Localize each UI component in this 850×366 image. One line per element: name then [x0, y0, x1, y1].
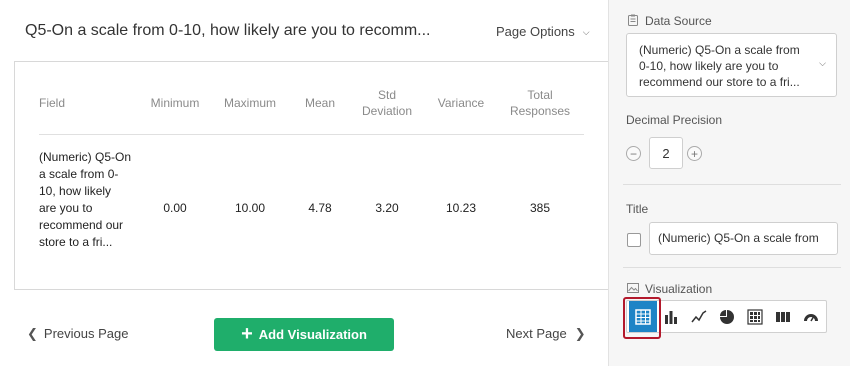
- title-label: Title: [626, 202, 649, 216]
- chevron-right-icon: ❯: [574, 326, 586, 341]
- section-divider: [623, 267, 841, 268]
- main-panel: Q5-On a scale from 0-10, how likely are …: [0, 0, 610, 366]
- column-header-minimum: Minimum: [150, 96, 200, 110]
- column-header-maximum: Maximum: [223, 96, 276, 110]
- vis-type-pie[interactable]: [713, 301, 741, 332]
- image-icon: [627, 283, 639, 293]
- section-divider: [623, 184, 841, 185]
- data-source-heading: Data Source: [627, 14, 712, 28]
- cell-maximum: 10.00: [234, 201, 266, 215]
- cell-variance: 10.23: [445, 201, 477, 215]
- title-checkbox[interactable]: [627, 233, 641, 247]
- decimal-precision-label: Decimal Precision: [626, 113, 723, 127]
- column-header-total-responses: Total Responses: [505, 87, 575, 119]
- bar-chart-icon: [665, 310, 677, 324]
- add-visualization-label: Add Visualization: [258, 327, 367, 342]
- next-page-button[interactable]: Next Page ❯: [506, 326, 586, 342]
- plus-icon[interactable]: +: [687, 146, 702, 161]
- add-visualization-button[interactable]: + Add Visualization: [214, 318, 394, 351]
- decimal-precision-input[interactable]: 2: [649, 137, 683, 169]
- vis-type-column[interactable]: [769, 301, 797, 332]
- visualization-heading: Visualization: [627, 282, 712, 296]
- page-options-label: Page Options: [496, 24, 575, 39]
- header-divider: [39, 134, 584, 135]
- next-page-label: Next Page: [506, 326, 567, 341]
- page-options-button[interactable]: Page Options ⌵: [496, 24, 590, 39]
- cell-std-deviation: 3.20: [375, 201, 399, 215]
- gauge-icon: [804, 313, 818, 321]
- column-header-field: Field: [39, 96, 66, 110]
- previous-page-button[interactable]: ❮ Previous Page: [27, 326, 128, 342]
- column-header-total-line-2: Responses: [509, 104, 571, 118]
- column-header-std-line-2: Deviation: [361, 104, 413, 118]
- cell-total-responses: 385: [529, 201, 551, 215]
- column-chart-icon: [776, 311, 790, 322]
- column-header-total-line-1: Total: [527, 88, 553, 102]
- minus-icon[interactable]: −: [626, 146, 641, 161]
- chevron-down-icon: ⌵: [582, 27, 590, 37]
- vis-type-bar[interactable]: [657, 301, 685, 332]
- data-source-label: Data Source: [645, 14, 712, 28]
- column-header-variance: Variance: [437, 96, 485, 110]
- page-title: Q5-On a scale from 0-10, how likely are …: [25, 22, 431, 39]
- visualization-label: Visualization: [645, 282, 713, 296]
- chevron-down-icon: ⌵: [819, 58, 826, 68]
- column-header-mean: Mean: [304, 96, 336, 110]
- cell-field: (Numeric) Q5-On a scale from 0-10, how l…: [39, 150, 132, 249]
- vis-type-grid[interactable]: [741, 301, 769, 332]
- pie-chart-icon: [720, 309, 734, 324]
- clipboard-icon: [628, 14, 638, 26]
- data-source-value: (Numeric) Q5-On a scale from 0-10, how l…: [639, 43, 800, 89]
- statistics-table: Field Minimum Maximum Mean Std Deviation…: [14, 61, 610, 290]
- vis-type-line[interactable]: [685, 301, 713, 332]
- grid-icon: [747, 308, 763, 325]
- column-header-std-line-1: Std: [377, 88, 396, 102]
- selected-visualization-highlight: [623, 297, 661, 339]
- vis-type-gauge[interactable]: [797, 301, 825, 332]
- cell-mean: 4.78: [308, 201, 332, 215]
- chevron-left-icon: ❮: [27, 326, 38, 341]
- cell-minimum: 0.00: [163, 201, 187, 215]
- settings-sidebar: Data Source (Numeric) Q5-On a scale from…: [608, 0, 850, 366]
- plus-icon: +: [241, 322, 253, 345]
- line-chart-icon: [691, 309, 707, 322]
- title-input[interactable]: (Numeric) Q5-On a scale from: [649, 222, 838, 255]
- previous-page-label: Previous Page: [43, 326, 129, 341]
- data-source-select[interactable]: (Numeric) Q5-On a scale from 0-10, how l…: [626, 33, 837, 97]
- column-header-std-deviation: Std Deviation: [355, 87, 419, 119]
- page-header: Q5-On a scale from 0-10, how likely are …: [25, 20, 595, 44]
